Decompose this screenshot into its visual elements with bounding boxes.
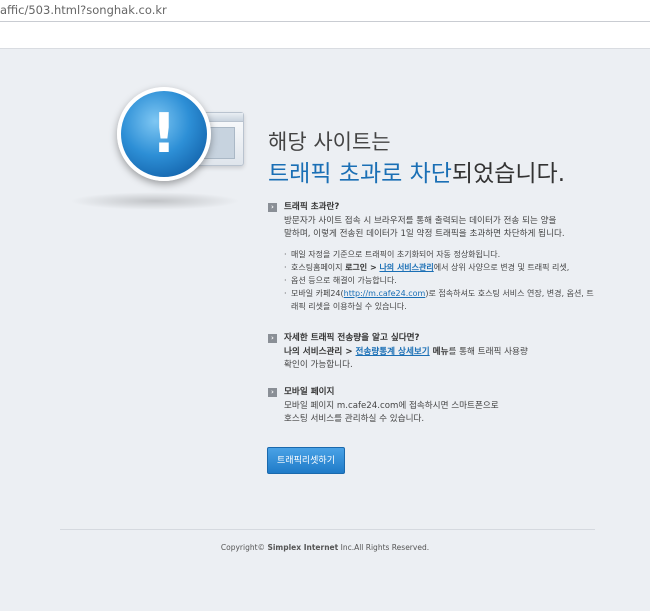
list-item: 호스팅홈페이지 로그인 > 나의 서비스관리에서 상위 사양으로 변경 및 트래… [284, 261, 598, 274]
url-text[interactable]: affic/503.html?songhak.co.kr [0, 3, 167, 17]
page-title-line1: 해당 사이트는 [268, 130, 391, 154]
section-traffic-explanation: › 트래픽 초과란? 방문자가 사이트 접속 시 브라우저를 통해 출력되는 데… [268, 201, 598, 313]
traffic-stats-link[interactable]: 전송량통계 상세보기 [356, 347, 430, 357]
list-item-continued: 래픽 리셋을 이용하실 수 있습니다. [291, 301, 407, 311]
section-title: 자세한 트래픽 전송량을 알고 싶다면? [284, 333, 420, 343]
list-item-continued: 옵션 등으로 해결이 가능합니다. [284, 274, 598, 287]
login-label: 로그인 [345, 262, 368, 272]
arrow-bullet-icon: › [268, 334, 277, 343]
section-text: 호스팅 서비스를 관리하실 수 있습니다. [284, 414, 425, 425]
my-service-link[interactable]: 나의 서비스관리 [379, 263, 433, 272]
title-highlight: 트래픽 초과로 차단 [268, 161, 452, 187]
section-title: 트래픽 초과란? [284, 202, 340, 212]
arrow-bullet-icon: › [268, 388, 277, 397]
mobile-cafe24-link[interactable]: http://m.cafe24.com [344, 289, 426, 298]
bullet-list: 매일 자정을 기준으로 트래픽이 초기화되어 자동 정상화됩니다. 호스팅홈페이… [268, 248, 598, 313]
arrow-bullet-icon: › [268, 203, 277, 212]
section-title: 모바일 페이지 [284, 387, 335, 397]
list-item: 매일 자정을 기준으로 트래픽이 초기화되어 자동 정상화됩니다. [284, 248, 598, 261]
divider [60, 529, 595, 530]
section-text: 방문자가 사이트 접속 시 브라우저를 통해 출력되는 데이터가 전송 되는 양… [284, 215, 557, 226]
alert-exclamation-icon: ! [117, 87, 211, 181]
copyright-footer: Copyright© Simplex Internet Inc.All Righ… [220, 543, 430, 552]
address-bar[interactable]: affic/503.html?songhak.co.kr [0, 0, 650, 22]
section-text: 확인이 가능합니다. [284, 360, 353, 371]
list-item: 모바일 카페24(http://m.cafe24.com)로 접속하셔도 호스팅… [284, 287, 598, 300]
browser-toolbar [0, 22, 650, 49]
page-title-line2: 트래픽 초과로 차단되었습니다. [268, 154, 565, 188]
section-mobile-page: › 모바일 페이지 모바일 페이지 m.cafe24.com에 접속하시면 스마… [268, 386, 598, 427]
title-rest: 되었습니다. [451, 161, 566, 187]
company-name: Simplex Internet [267, 543, 339, 552]
section-text: 말하며, 이렇게 전송된 데이터가 1일 약정 트래픽을 초과하면 차단하게 됩… [284, 229, 565, 240]
traffic-reset-button[interactable]: 트래픽리셋하기 [267, 447, 345, 474]
section-traffic-detail: › 자세한 트래픽 전송량을 알고 싶다면? 나의 서비스관리 > 전송량통계 … [268, 332, 598, 373]
section-text: 모바일 페이지 m.cafe24.com에 접속하시면 스마트폰으로 [284, 400, 499, 411]
illustration-shadow [70, 192, 240, 210]
traffic-blocked-illustration: ! [40, 80, 250, 220]
